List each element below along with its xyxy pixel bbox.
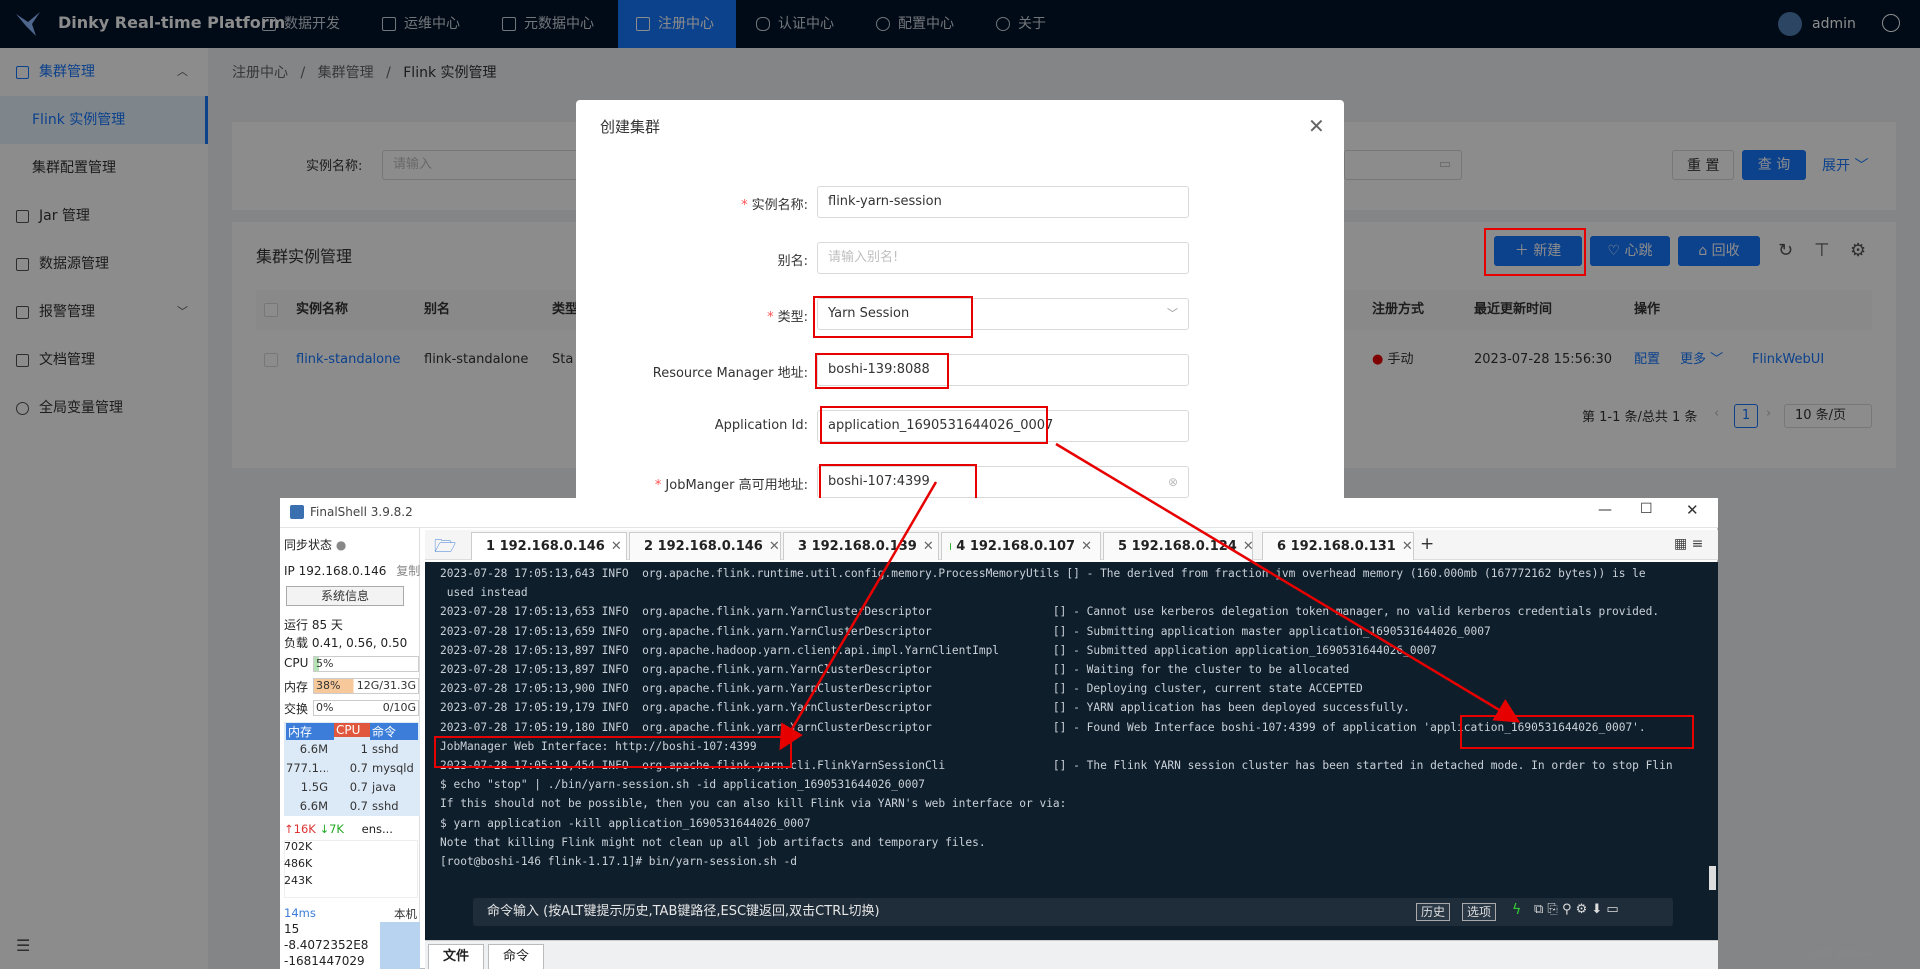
annotation-arrows xyxy=(779,442,1521,751)
arrow-jobmanager xyxy=(779,481,938,751)
arrow-application-id xyxy=(1055,442,1521,723)
